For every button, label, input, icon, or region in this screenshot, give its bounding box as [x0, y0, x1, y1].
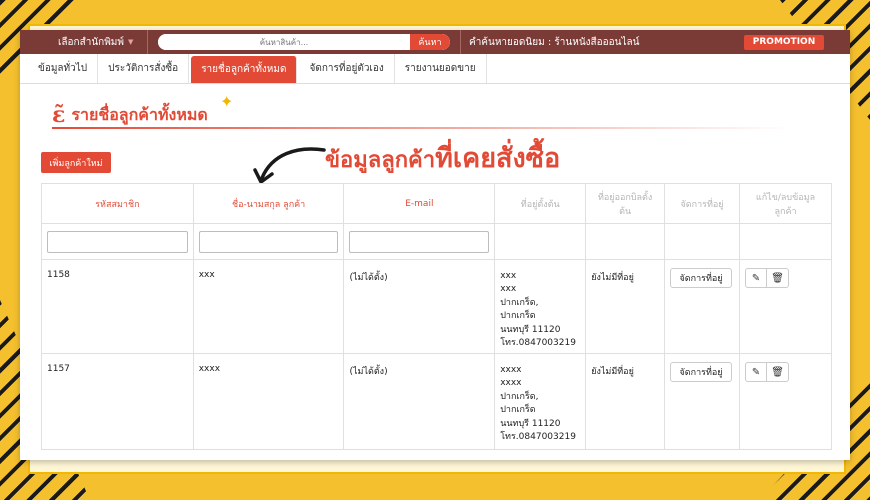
trash-icon[interactable]: 🗑 [767, 268, 790, 288]
search-box: ค้นหา [158, 34, 450, 50]
cell-address: xxx xxx ปากเกร็ด, ปากเกร็ด นนทบุรี 11120… [494, 259, 587, 354]
tab-all-customers[interactable]: รายชื่อลูกค้าทั้งหมด [191, 56, 298, 83]
publisher-label: เลือกสำนักพิมพ์ [58, 36, 124, 48]
curved-arrow-icon [253, 147, 326, 184]
search-input[interactable] [158, 34, 410, 50]
table-row: 1158 xxx (ไม่ได้ตั้ง) xxx xxx ปากเกร็ด, … [41, 259, 832, 354]
col-default-address: ที่อยู่ตั้งต้น [494, 183, 587, 224]
col-email[interactable]: E-mail [343, 183, 496, 224]
tab-sales-report[interactable]: รายงานยอดขาย [395, 54, 487, 83]
page-title: รายชื่อลูกค้าทั้งหมด [71, 104, 208, 124]
publisher-dropdown[interactable]: เลือกสำนักพิมพ์ ▼ [20, 30, 148, 54]
cell-name: xxxx [192, 353, 345, 450]
pencil-icon[interactable]: ✎ [745, 362, 768, 382]
cell-billing: ยังไม่มีที่อยู่ [585, 353, 666, 450]
table-row: 1157 xxxx (ไม่ได้ตั้ง) xxxx xxxx ปากเกร็… [41, 353, 832, 450]
col-default-billing: ที่อยู่ออกบิลตั้งต้น [585, 183, 666, 224]
chevron-down-icon: ▼ [128, 38, 134, 46]
cell-email: (ไม่ได้ตั้ง) [343, 353, 496, 450]
cell-address: xxxx xxxx ปากเกร็ด, ปากเกร็ด นนทบุรี 111… [494, 353, 587, 450]
col-customer-name[interactable]: ชื่อ-นามสกุล ลูกค้า [192, 183, 345, 224]
cell-billing: ยังไม่มีที่อยู่ [585, 259, 666, 354]
pencil-icon[interactable]: ✎ [745, 268, 768, 288]
col-member-id[interactable]: รหัสสมาชิก [41, 183, 194, 224]
cell-member-id: 1158 [41, 259, 194, 354]
filter-email-input[interactable] [349, 230, 490, 253]
tab-order-history[interactable]: ประวัติการสั่งซื้อ [98, 54, 190, 83]
tab-manage-own-address[interactable]: จัดการที่อยู่ตัวเอง [299, 54, 395, 83]
cell-email: (ไม่ได้ตั้ง) [343, 259, 496, 354]
table-header-row: รหัสสมาชิก ชื่อ-นามสกุล ลูกค้า E-mail ที… [41, 183, 832, 224]
annotation-part-2: ที่เคยสั่งซื้อ [435, 143, 561, 174]
col-manage-address: จัดการที่อยู่ [664, 183, 741, 224]
tab-general-info[interactable]: ข้อมูลทั่วไป [28, 54, 99, 83]
app-window: เลือกสำนักพิมพ์ ▼ ค้นหา คำค้นหายอดนิยม :… [20, 30, 850, 460]
cell-name: xxx [192, 259, 345, 354]
manage-address-button[interactable]: จัดการที่อยู่ [670, 268, 733, 288]
customer-table: รหัสสมาชิก ชื่อ-นามสกุล ลูกค้า E-mail ที… [41, 183, 832, 450]
sparkle-icon: ✦ [220, 92, 234, 111]
annotation-callout: ข้อมูลลูกค้าที่เคยสั่งซื้อ [325, 136, 560, 179]
trash-icon[interactable]: 🗑 [767, 362, 790, 382]
col-edit-delete: แก้ไข/ลบข้อมูลลูกค้า [739, 183, 832, 224]
manage-address-button[interactable]: จัดการที่อยู่ [670, 362, 733, 382]
cell-member-id: 1157 [41, 353, 194, 450]
brand-logo-icon: ɛ̃ [52, 102, 66, 128]
filter-row [41, 223, 832, 260]
popular-keywords[interactable]: คำค้นหายอดนิยม : ร้านหนังสือออนไลน์ [460, 30, 640, 54]
filter-member-id-input[interactable] [47, 230, 188, 253]
tab-bar: ข้อมูลทั่วไป ประวัติการสั่งซื้อ รายชื่อล… [20, 54, 850, 84]
filter-name-input[interactable] [198, 230, 339, 253]
promotion-button[interactable]: PROMOTION [744, 34, 824, 50]
heading-divider [52, 127, 792, 129]
search-button[interactable]: ค้นหา [410, 34, 450, 50]
top-bar: เลือกสำนักพิมพ์ ▼ ค้นหา คำค้นหายอดนิยม :… [20, 30, 850, 54]
annotation-part-1: ข้อมูลลูกค้า [325, 148, 436, 173]
add-customer-button[interactable]: เพิ่มลูกค้าใหม่ [41, 152, 111, 173]
page-heading: ɛ̃ รายชื่อลูกค้าทั้งหมด [52, 102, 208, 128]
